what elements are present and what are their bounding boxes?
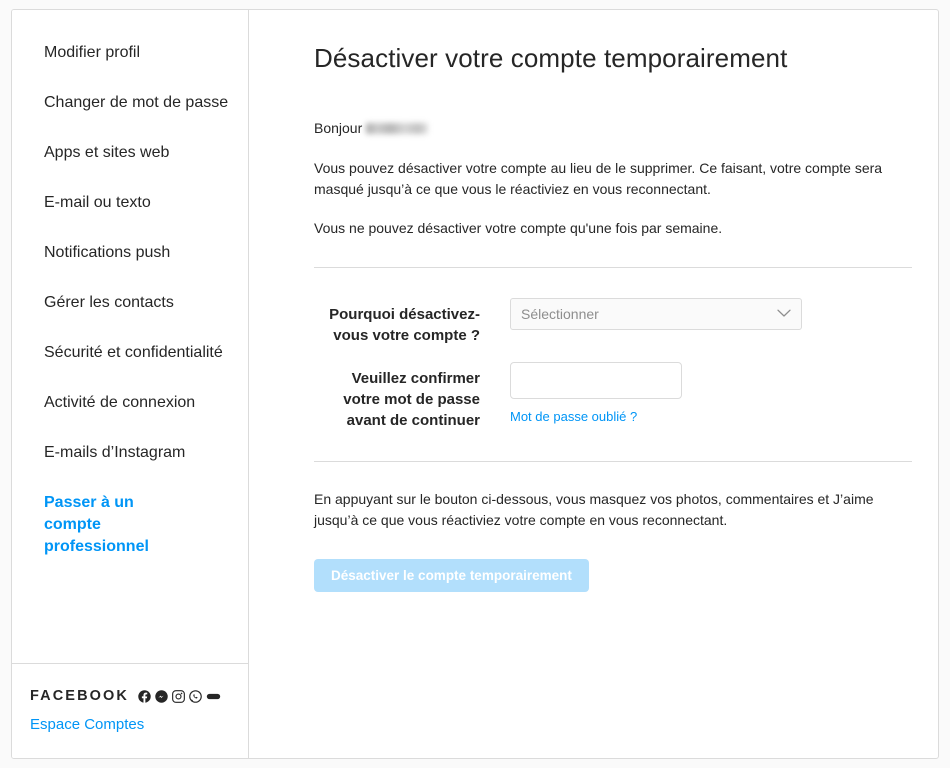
chevron-down-icon [777, 305, 791, 323]
divider-bottom [314, 461, 912, 462]
reason-select[interactable]: Sélectionner [510, 298, 802, 330]
instagram-icon[interactable] [172, 689, 185, 703]
sidebar-nav: Modifier profil Changer de mot de passe … [12, 10, 248, 663]
page-title: Désactiver votre compte temporairement [314, 43, 788, 73]
sidebar-item-email-or-sms[interactable]: E-mail ou texto [12, 182, 248, 224]
accounts-center-link[interactable]: Espace Comptes [30, 716, 144, 733]
facebook-brand-row: FACEBOOK [30, 688, 248, 704]
facebook-wordmark: FACEBOOK [30, 688, 129, 704]
description-paragraph-1: Vous pouvez désactiver votre compte au l… [314, 160, 883, 197]
sidebar-item-manage-contacts[interactable]: Gérer les contacts [12, 282, 248, 324]
sidebar: Modifier profil Changer de mot de passe … [12, 10, 249, 758]
messenger-icon[interactable] [155, 689, 168, 703]
sidebar-item-edit-profile[interactable]: Modifier profil [12, 32, 248, 74]
main-content: Désactiver votre compte temporairement B… [249, 10, 938, 758]
reason-row: Pourquoi désactivez-vous votre compte ? … [314, 298, 912, 346]
password-input[interactable] [510, 362, 682, 399]
social-icon-group [138, 689, 221, 703]
description-paragraph-2: Vous ne pouvez désactiver votre compte q… [314, 220, 723, 236]
sidebar-item-push-notifications[interactable]: Notifications push [12, 232, 248, 274]
reason-select-value: Sélectionner [521, 306, 599, 322]
settings-card: Modifier profil Changer de mot de passe … [11, 9, 939, 759]
sidebar-item-switch-to-professional-account[interactable]: Passer à un compte professionnel [12, 482, 210, 568]
redacted-username [366, 122, 429, 134]
deactivate-account-button[interactable]: Désactiver le compte temporairement [314, 559, 589, 592]
portal-icon[interactable] [206, 690, 221, 703]
divider-top [314, 267, 912, 268]
whatsapp-icon[interactable] [189, 689, 202, 703]
password-label: Veuillez confirmer votre mot de passe av… [343, 370, 480, 429]
sidebar-item-privacy-and-security[interactable]: Sécurité et confidentialité [12, 332, 248, 374]
sidebar-footer: FACEBOOK Espace Comptes [12, 663, 248, 758]
forgot-password-link[interactable]: Mot de passe oublié ? [510, 409, 637, 424]
deactivation-note: En appuyant sur le bouton ci-dessous, vo… [314, 491, 874, 528]
password-row: Veuillez confirmer votre mot de passe av… [314, 362, 912, 431]
sidebar-item-apps-and-websites[interactable]: Apps et sites web [12, 132, 248, 174]
greeting-row: Bonjour [314, 120, 922, 136]
reason-label: Pourquoi désactivez-vous votre compte ? [329, 306, 480, 344]
facebook-icon[interactable] [138, 689, 151, 703]
deactivation-form: Pourquoi désactivez-vous votre compte ? … [314, 298, 912, 431]
sidebar-item-emails-from-instagram[interactable]: E-mails d’Instagram [12, 432, 248, 474]
sidebar-item-change-password[interactable]: Changer de mot de passe [12, 82, 248, 124]
greeting-text: Bonjour [314, 120, 363, 136]
password-field: Mot de passe oublié ? [510, 362, 912, 431]
sidebar-item-login-activity[interactable]: Activité de connexion [12, 382, 248, 424]
reason-field: Sélectionner [510, 298, 912, 346]
